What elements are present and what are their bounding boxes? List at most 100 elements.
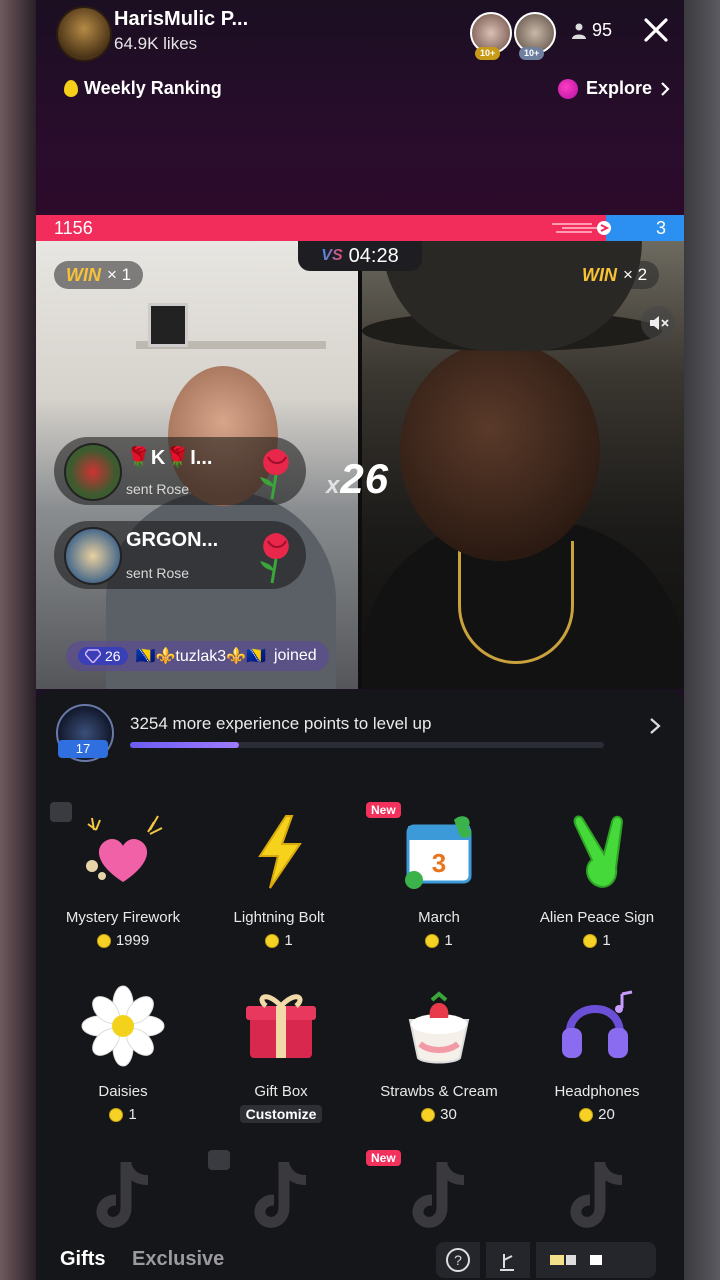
- headphones-icon: [562, 990, 633, 1058]
- gift-item-lightning-bolt[interactable]: Lightning Bolt 1: [200, 810, 358, 949]
- gem-count: 26: [105, 648, 121, 664]
- gift-price-value: 1999: [115, 932, 150, 949]
- top-viewer-avatar[interactable]: 10+: [470, 12, 512, 60]
- firework-heart-icon: [86, 815, 163, 882]
- svg-text:?: ?: [454, 1252, 462, 1268]
- win-streak-left: WIN × 1: [54, 261, 144, 289]
- calendar-icon: 3: [405, 816, 472, 889]
- gift-item-alien-peace-sign[interactable]: Alien Peace Sign 1: [518, 810, 676, 949]
- gift-price: 1999: [44, 932, 202, 949]
- gift-action: sent Rose: [126, 565, 190, 581]
- win-label: WIN: [66, 264, 101, 285]
- gift-item-daisies[interactable]: Daisies 1: [44, 984, 202, 1123]
- xp-message[interactable]: 3254 more experience points to level up: [130, 714, 431, 734]
- tab-gifts[interactable]: Gifts: [60, 1248, 106, 1271]
- lightning-bolt-icon: [258, 815, 302, 889]
- host-name[interactable]: HarisMulic P...: [114, 8, 248, 31]
- gift-action: sent Rose: [126, 481, 190, 497]
- explore-orb-icon: [558, 78, 578, 99]
- gift-item-strawbs-cream[interactable]: Strawbs & Cream 30: [360, 984, 518, 1123]
- gift-item-mystery-firework[interactable]: Mystery Firework 1999: [44, 810, 202, 949]
- gift-multiplier: x26: [326, 455, 389, 503]
- level-value: 17: [75, 741, 91, 756]
- sender-name: GRGON...: [126, 529, 219, 551]
- viewer-count-value: 95: [592, 20, 613, 40]
- gift-name: March: [418, 909, 460, 926]
- help-button[interactable]: ?: [436, 1242, 480, 1278]
- coin-icon: [421, 1107, 436, 1122]
- chevron-right-icon: [661, 81, 670, 96]
- tiktok-placeholder-icon[interactable]: [402, 1156, 476, 1236]
- tiktok-placeholder-icon[interactable]: [560, 1156, 634, 1236]
- joined-action: joined: [273, 647, 317, 664]
- alien-hand-icon: [573, 815, 624, 888]
- gift-price-value: 1: [284, 932, 293, 949]
- customize-button[interactable]: Customize: [239, 1105, 323, 1123]
- battle-score-bar: 1156 3: [36, 215, 684, 241]
- gift-price-value: 20: [598, 1106, 615, 1123]
- sender-avatar[interactable]: [64, 443, 122, 501]
- win-count: × 2: [623, 265, 648, 284]
- top-viewer-avatar[interactable]: 10+: [514, 12, 556, 60]
- stream-header: HarisMulic P... 64.9K likes 10+ 10+ 95 W…: [36, 0, 684, 215]
- explore-link[interactable]: Explore: [558, 78, 670, 99]
- gift-price: 1: [518, 932, 676, 949]
- gift-notification: GRGON... sent Rose: [54, 521, 306, 589]
- gift-tool-button[interactable]: [486, 1242, 530, 1278]
- gift-item-march[interactable]: 3 March 1: [360, 810, 518, 949]
- tiktok-placeholder-icon[interactable]: [244, 1156, 318, 1236]
- score-right: 3: [655, 218, 666, 238]
- gift-item-gift-box[interactable]: Gift Box Customize: [202, 984, 360, 1124]
- new-badge: New: [366, 1150, 401, 1166]
- person-icon: [572, 23, 586, 39]
- opponent-video-right[interactable]: [362, 241, 684, 689]
- gift-item-headphones[interactable]: Headphones 20: [518, 984, 676, 1123]
- score-left: 1156: [54, 218, 93, 238]
- weekly-ranking-link[interactable]: Weekly Ranking: [64, 78, 222, 99]
- viewer-level-badge: 10+: [519, 47, 545, 60]
- win-streak-right: WIN × 2: [570, 261, 660, 289]
- gem-level-badge: 26: [78, 647, 128, 665]
- score-bar-blue-side: [606, 215, 684, 241]
- coin-icon: [109, 1107, 124, 1122]
- coin-icon: [579, 1107, 594, 1122]
- palette-badge-icon: [208, 1150, 230, 1170]
- win-label: WIN: [582, 264, 617, 285]
- viewer-count[interactable]: 95: [572, 20, 612, 41]
- streak-icon: [552, 221, 611, 235]
- join-notification: 26 🇧🇦⚜️tuzlak3⚜️🇧🇦 joined: [66, 641, 329, 671]
- gift-price: 1: [360, 932, 518, 949]
- gift-price: 1: [44, 1106, 202, 1123]
- multiplier-prefix: x: [326, 472, 341, 499]
- win-count: × 1: [107, 265, 132, 284]
- gift-price-value: 1: [602, 932, 611, 949]
- svg-text:3: 3: [432, 848, 446, 878]
- gift-name: Gift Box: [254, 1083, 308, 1100]
- coin-icon: [425, 933, 440, 948]
- host-likes: 64.9K likes: [114, 34, 198, 53]
- question-icon: ?: [446, 1248, 470, 1272]
- viewer-level-badge: 10+: [475, 47, 501, 60]
- daisy-icon: [81, 985, 165, 1067]
- level-number: 17: [58, 740, 108, 758]
- gift-price-value: 30: [440, 1106, 457, 1123]
- multiplier-value: 26: [340, 455, 390, 502]
- muted-speaker-icon[interactable]: [641, 306, 675, 340]
- gift-gallery-button[interactable]: [536, 1242, 656, 1278]
- gift-name: Lightning Bolt: [233, 909, 325, 926]
- gift-name: Headphones: [554, 1083, 640, 1100]
- gift-name: Mystery Firework: [65, 909, 181, 926]
- host-avatar[interactable]: [56, 6, 112, 62]
- gift-name: Daisies: [98, 1083, 148, 1100]
- opponent-head: [400, 341, 600, 561]
- chevron-right-icon[interactable]: [648, 716, 662, 736]
- sender-avatar[interactable]: [64, 527, 122, 585]
- battle-timer: VS 04:28: [298, 241, 422, 271]
- close-icon[interactable]: [638, 12, 674, 48]
- vs-icon: VS: [321, 247, 343, 264]
- sender-name: 🌹K🌹I...: [126, 447, 213, 469]
- hand-pointer-icon: [500, 1254, 514, 1271]
- tiktok-placeholder-icon[interactable]: [86, 1156, 160, 1236]
- tab-exclusive[interactable]: Exclusive: [132, 1248, 224, 1271]
- gallery-icon: [550, 1255, 602, 1265]
